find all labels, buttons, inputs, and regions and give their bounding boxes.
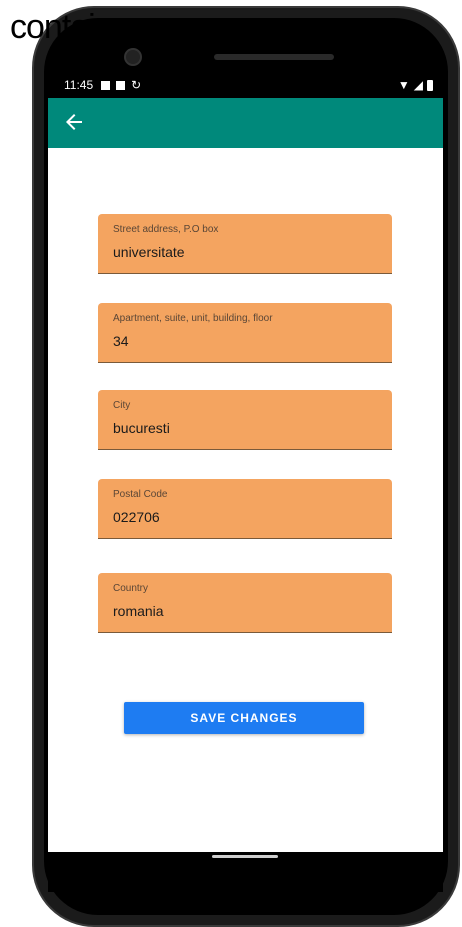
wifi-icon: ▼ [397, 78, 410, 92]
postal-code-field[interactable]: Postal Code 022706 [98, 479, 392, 539]
postal-code-label: Postal Code [113, 489, 168, 500]
city-value[interactable]: bucuresti [113, 420, 170, 436]
notification-icons: ↻ [101, 78, 141, 92]
status-time: 11:45 [64, 78, 94, 92]
container-label: container [10, 8, 142, 46]
street-address-label: Street address, P.O box [113, 224, 219, 235]
arrow-left-icon[interactable] [62, 110, 86, 134]
sim-icon [116, 80, 126, 90]
save-changes-button[interactable]: SAVE CHANGES [124, 702, 364, 734]
country-label: Country [113, 583, 149, 594]
status-bar: 11:45 ↻ ▼ ◢ [48, 72, 443, 98]
speaker-grille [214, 54, 334, 60]
city-label: City [113, 400, 131, 411]
device-screen: 11:45 ↻ ▼ ◢ Street address, P.O box univ… [48, 72, 443, 852]
camera-icon [124, 48, 142, 66]
street-address-field[interactable]: Street address, P.O box universitate [98, 214, 392, 274]
street-address-value[interactable]: universitate [113, 244, 185, 260]
app-bar [48, 98, 443, 148]
postal-code-value[interactable]: 022706 [113, 509, 160, 525]
home-gesture-handle[interactable] [212, 855, 278, 858]
navigation-bar [48, 852, 443, 892]
notification-icon [101, 80, 111, 90]
country-field[interactable]: Country romania [98, 573, 392, 633]
battery-icon [427, 79, 433, 91]
sync-icon: ↻ [131, 78, 142, 92]
city-field[interactable]: City bucuresti [98, 390, 392, 450]
signal-icon: ◢ [413, 78, 423, 92]
apartment-field[interactable]: Apartment, suite, unit, building, floor … [98, 303, 392, 363]
system-status-icons: ▼ ◢ [398, 78, 433, 92]
apartment-value[interactable]: 34 [113, 333, 129, 349]
country-value[interactable]: romania [113, 603, 164, 619]
apartment-label: Apartment, suite, unit, building, floor [113, 313, 273, 324]
